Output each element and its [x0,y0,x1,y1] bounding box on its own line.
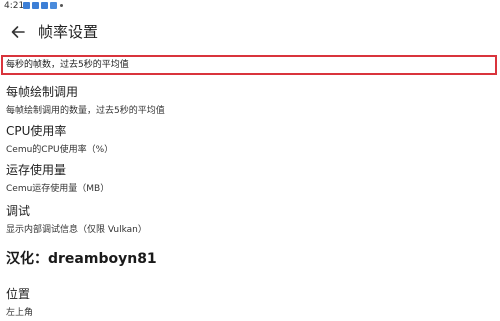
notification-icon [50,2,57,9]
setting-cpu-usage[interactable]: CPU使用率 Cemu的CPU使用率（%） [6,123,113,156]
setting-title: 调试 [6,204,31,218]
app-bar: 帧率设置 [0,12,500,52]
status-time: 4:21 [4,1,25,11]
setting-title: CPU使用率 [6,124,67,138]
dot-icon [60,4,63,7]
arrow-left-icon[interactable] [9,23,27,41]
notification-icon [23,2,30,9]
status-bar: 4:21 [0,0,500,12]
setting-title: 每帧绘制调用 [6,85,79,99]
setting-summary: 每帧绘制调用的数量，过去5秒的平均值 [6,106,165,116]
setting-summary: 显示内部调试信息（仅限 Vulkan） [6,225,147,235]
page-title: 帧率设置 [38,23,99,41]
notification-icon [41,2,48,9]
setting-position[interactable]: 位置 左上角 [6,286,33,319]
setting-title: 运存使用量 [6,163,67,177]
setting-draw-calls[interactable]: 每帧绘制调用 每帧绘制调用的数量，过去5秒的平均值 [6,84,165,117]
setting-ram-usage[interactable]: 运存使用量 Cemu运存使用量（MB） [6,162,109,195]
setting-summary: 左上角 [6,308,34,318]
translator-credit: 汉化：dreamboyn81 [6,251,157,267]
notification-icon [32,2,39,9]
setting-debug[interactable]: 调试 显示内部调试信息（仅限 Vulkan） [6,203,147,236]
setting-summary: Cemu运存使用量（MB） [6,184,110,194]
setting-summary: Cemu的CPU使用率（%） [6,145,114,155]
setting-title: 位置 [6,287,31,301]
fps-setting-summary: 每秒的帧数，过去5秒的平均值 [6,60,129,70]
